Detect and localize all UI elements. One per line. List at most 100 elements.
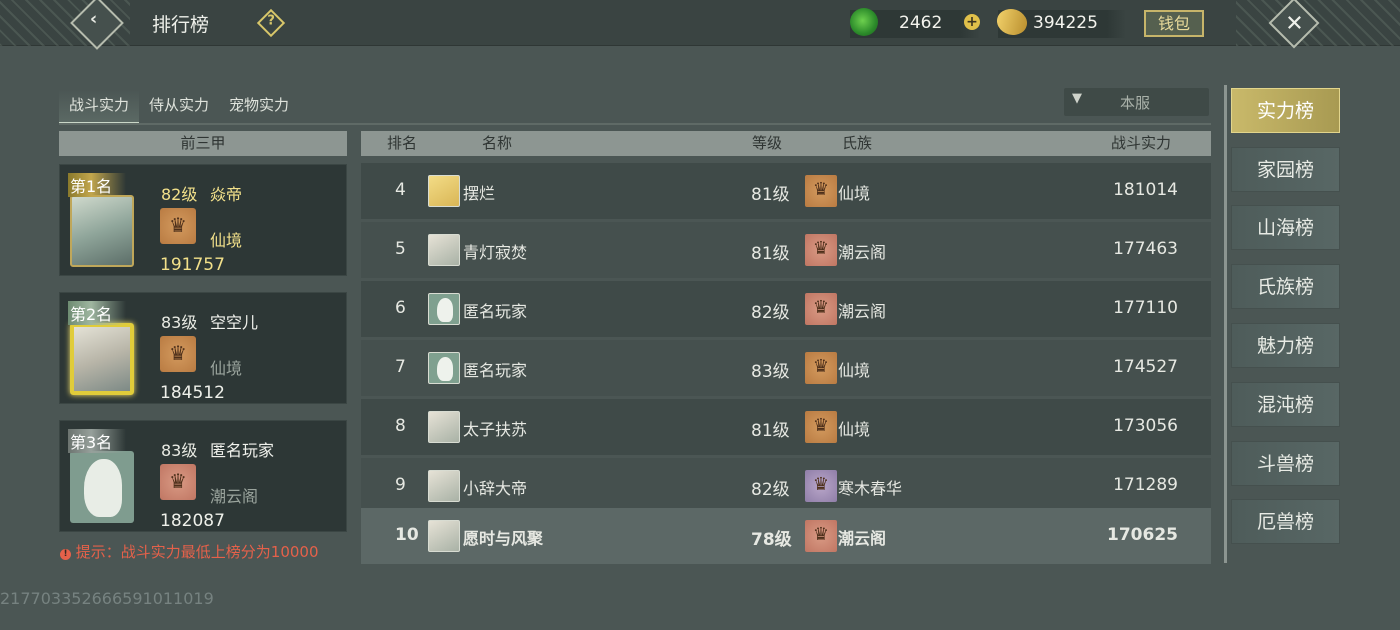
jade-coin-icon — [850, 8, 878, 36]
combat-power: 191757 — [160, 255, 225, 275]
clan-name: 仙境 — [210, 359, 243, 378]
side-nav-power-ranking[interactable]: 实力榜 — [1231, 88, 1340, 133]
side-nav-clan-ranking[interactable]: 氏族榜 — [1231, 264, 1340, 309]
player-level: 83级 — [161, 313, 198, 332]
row-level: 83级 — [751, 362, 790, 382]
side-nav-doom-beast-ranking[interactable]: 厄兽榜 — [1231, 499, 1340, 544]
row-level: 82级 — [751, 480, 790, 500]
tabs-divider — [59, 123, 1211, 125]
table-row[interactable]: 5 青灯寂焚 81级 潮云阁 177463 — [361, 222, 1211, 278]
server-filter-dropdown[interactable]: ▼ 本服 — [1064, 88, 1209, 116]
anonymous-avatar — [428, 352, 460, 384]
row-name: 小辞大帝 — [463, 479, 528, 498]
rank-badge: 第3名 — [68, 429, 127, 453]
player-name: 匿名玩家 — [210, 441, 275, 460]
chevron-down-icon: ▼ — [1072, 91, 1082, 106]
side-nav-chaos-ranking[interactable]: 混沌榜 — [1231, 382, 1340, 427]
row-name: 愿时与风聚 — [463, 529, 544, 548]
row-name: 匿名玩家 — [463, 361, 528, 380]
row-power: 177463 — [1113, 239, 1178, 259]
row-clan: 仙境 — [838, 420, 871, 439]
avatar — [70, 195, 134, 267]
table-row[interactable]: 4 摆烂 81级 仙境 181014 — [361, 163, 1211, 219]
avatar — [428, 234, 460, 266]
table-row[interactable]: 8 太子扶苏 81级 仙境 173056 — [361, 399, 1211, 455]
row-clan: 潮云阁 — [838, 529, 887, 548]
gold-currency: 394225 — [992, 2, 1126, 42]
row-power: 170625 — [1107, 525, 1178, 545]
clan-emblem-icon — [805, 470, 837, 502]
row-clan: 仙境 — [838, 361, 871, 380]
player-name: 焱帝 — [210, 185, 243, 204]
row-power: 173056 — [1113, 416, 1178, 436]
row-power: 177110 — [1113, 298, 1178, 318]
row-clan: 仙境 — [838, 184, 871, 203]
clan-emblem-icon — [805, 411, 837, 443]
avatar — [428, 470, 460, 502]
gold-amount: 394225 — [1033, 13, 1098, 33]
row-rank: 5 — [395, 239, 406, 259]
player-id-watermark: 217703352666591011019 — [0, 589, 214, 608]
row-rank: 10 — [395, 525, 419, 545]
row-rank: 8 — [395, 416, 406, 436]
row-rank: 7 — [395, 357, 406, 377]
table-row-self[interactable]: 10 愿时与风聚 78级 潮云阁 170625 — [361, 508, 1211, 564]
anonymous-avatar — [428, 293, 460, 325]
page-title: 排行榜 — [152, 14, 210, 36]
server-filter-label: 本服 — [1120, 94, 1151, 112]
top-three-card-3[interactable]: 第3名 83级 匿名玩家 潮云阁 182087 — [59, 420, 347, 532]
table-row[interactable]: 7 匿名玩家 83级 仙境 174527 — [361, 340, 1211, 396]
table-row[interactable]: 9 小辞大帝 82级 寒木春华 171289 — [361, 458, 1211, 514]
wallet-button[interactable]: 钱包 — [1144, 10, 1204, 37]
top-three-card-1[interactable]: 第1名 82级 焱帝 仙境 191757 — [59, 164, 347, 276]
top-three-header: 前三甲 — [59, 131, 347, 156]
clan-emblem-icon — [160, 336, 196, 372]
help-icon[interactable]: ? — [256, 8, 286, 38]
tab-combat-power[interactable]: 战斗实力 — [59, 90, 140, 125]
clan-name: 仙境 — [210, 231, 243, 250]
row-rank: 6 — [395, 298, 406, 318]
row-power: 174527 — [1113, 357, 1178, 377]
player-name: 空空儿 — [210, 313, 259, 332]
jade-currency: 2462 — [850, 8, 980, 38]
col-name-header: 名称 — [482, 134, 513, 152]
tip-text: 提示：战斗实力最低上榜分为10000 — [75, 543, 319, 561]
row-name: 太子扶苏 — [463, 420, 528, 439]
row-clan: 潮云阁 — [838, 243, 887, 262]
col-power-header: 战斗实力 — [1111, 134, 1172, 152]
clan-emblem-icon — [805, 352, 837, 384]
rank-badge: 第2名 — [68, 301, 127, 325]
row-level: 81级 — [751, 421, 790, 441]
clan-emblem-icon — [805, 293, 837, 325]
top-bar: ‹ 排行榜 ? 2462 + 394225 钱包 ✕ — [0, 0, 1400, 50]
side-nav-home-ranking[interactable]: 家园榜 — [1231, 147, 1340, 192]
clan-emblem-icon — [805, 175, 837, 207]
ranking-tip: ! 提示：战斗实力最低上榜分为10000 — [60, 541, 319, 562]
row-rank: 4 — [395, 180, 406, 200]
row-name: 青灯寂焚 — [463, 243, 528, 262]
side-nav-charm-ranking[interactable]: 魅力榜 — [1231, 323, 1340, 368]
col-clan-header: 氏族 — [842, 134, 873, 152]
col-rank-header: 排名 — [387, 134, 418, 152]
side-nav-shanhai-ranking[interactable]: 山海榜 — [1231, 205, 1340, 250]
row-level: 81级 — [751, 244, 790, 264]
row-name: 匿名玩家 — [463, 302, 528, 321]
row-level: 78级 — [751, 530, 792, 550]
clan-emblem-icon — [805, 520, 837, 552]
table-header: 排名 名称 等级 氏族 战斗实力 — [361, 131, 1211, 156]
row-level: 81级 — [751, 185, 790, 205]
clan-emblem-icon — [160, 464, 196, 500]
tab-retainer-power[interactable]: 侍从实力 — [139, 90, 219, 125]
top-three-card-2[interactable]: 第2名 83级 空空儿 仙境 184512 — [59, 292, 347, 404]
avatar — [428, 411, 460, 443]
combat-power: 184512 — [160, 383, 225, 403]
side-nav-beast-fight-ranking[interactable]: 斗兽榜 — [1231, 441, 1340, 486]
tab-pet-power[interactable]: 宠物实力 — [219, 90, 299, 125]
row-name: 摆烂 — [463, 184, 496, 203]
back-arrow-icon: ‹ — [89, 8, 98, 30]
side-nav-divider — [1224, 85, 1227, 563]
ranking-type-tabs: 战斗实力 侍从实力 宠物实力 — [59, 90, 299, 126]
table-row[interactable]: 6 匿名玩家 82级 潮云阁 177110 — [361, 281, 1211, 337]
plus-icon[interactable]: + — [964, 14, 980, 30]
row-clan: 潮云阁 — [838, 302, 887, 321]
